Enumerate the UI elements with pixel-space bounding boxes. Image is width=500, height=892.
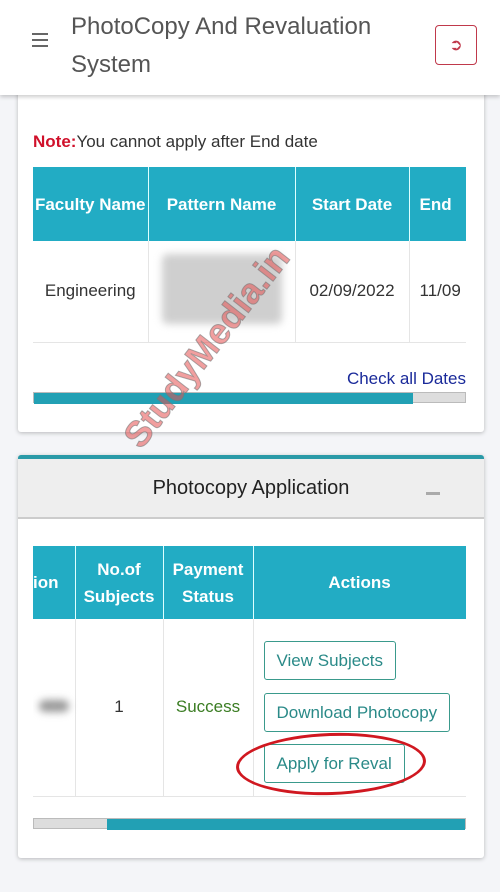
col-pattern: Pattern Name [148,167,296,241]
card-title: Photocopy Application [152,477,350,499]
scrollbar-thumb[interactable] [34,393,414,404]
col-payment: Payment Status [163,546,254,619]
page-title: PhotoCopy And Revaluation System [71,13,372,78]
scrollbar-thumb[interactable] [107,819,465,830]
note-text: You cannot apply after End date [76,132,318,151]
check-all-dates-link[interactable]: Check all Dates [347,369,466,389]
col-subjects: No.of Subjects [75,546,164,619]
horizontal-scrollbar[interactable] [33,392,466,404]
hamburger-icon[interactable] [32,33,48,47]
photocopy-card: Photocopy Application ion No.of Subjects P… [18,455,484,858]
note: Note:You cannot apply after End date [33,132,318,152]
note-label: Note: [33,132,77,151]
application-id-cell [33,619,76,797]
start-cell: 02/09/2022 [295,241,410,343]
download-photocopy-button[interactable]: Download Photocopy [263,693,451,732]
end-cell: 11/09 [409,241,466,343]
col-actions: Actions [253,546,466,619]
logout-button[interactable]: ➲ [435,25,477,65]
card-header: Photocopy Application [18,459,484,519]
faculty-cell: Engineering [33,241,149,343]
col-faculty: Faculty Name [33,167,149,241]
minus-icon[interactable] [426,492,440,495]
col-end: End [409,167,466,241]
sign-out-icon: ➲ [449,37,463,54]
col-start: Start Date [295,167,410,241]
view-subjects-button[interactable]: View Subjects [263,641,396,680]
col-application: ion [33,546,76,619]
horizontal-scrollbar[interactable] [33,818,466,830]
app-header: PhotoCopy And Revaluation System ➲ [0,0,500,95]
subjects-cell: 1 [75,619,164,797]
